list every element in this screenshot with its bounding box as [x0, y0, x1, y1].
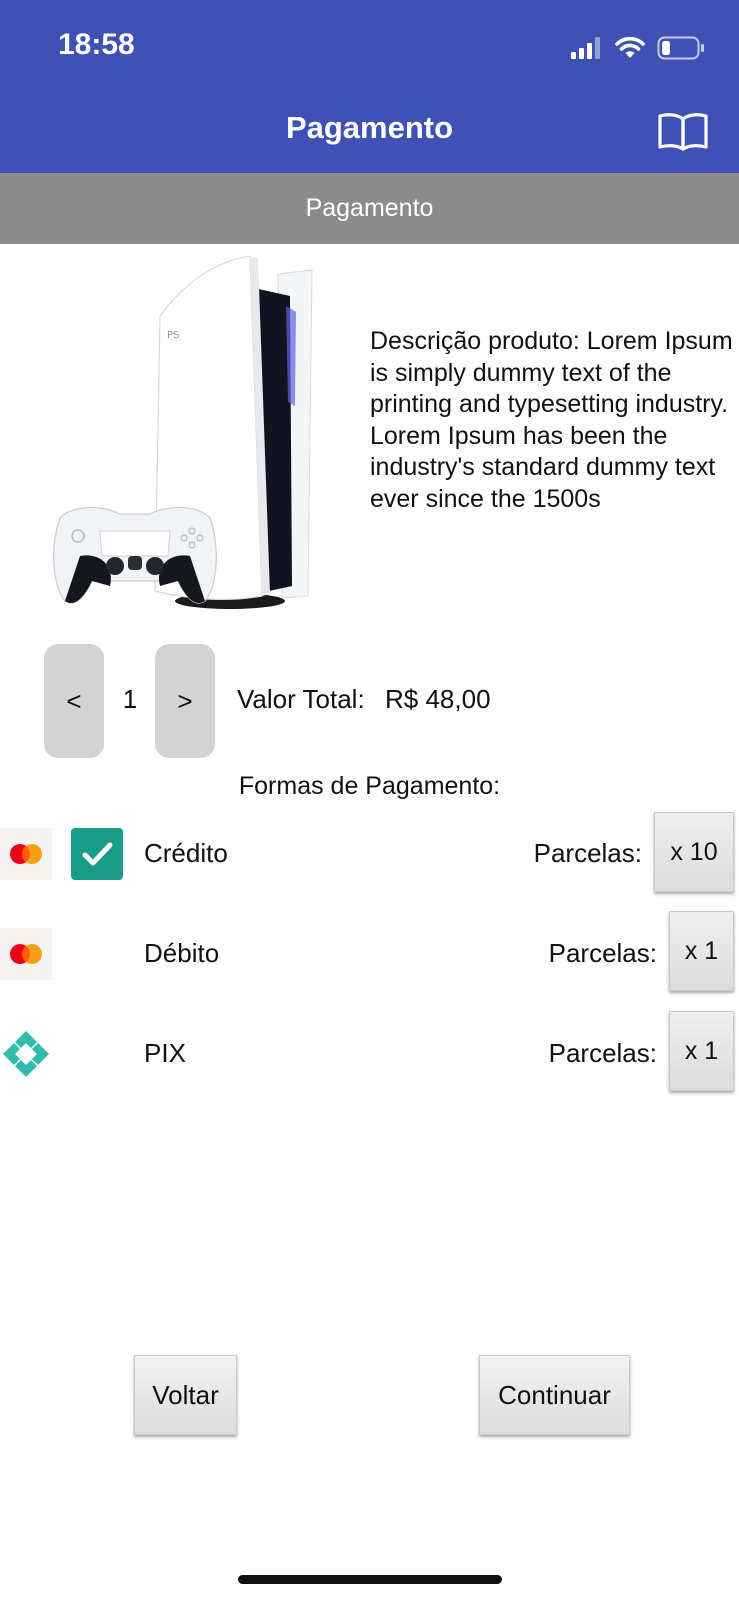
parcelas-button[interactable]: x 1: [669, 911, 734, 991]
payment-name: Crédito: [144, 838, 228, 868]
parcelas-value: x 1: [684, 1036, 719, 1065]
wifi-icon: [615, 37, 645, 58]
app-header: 18:58 Pagamento: [0, 0, 739, 173]
battery-icon: [657, 36, 704, 60]
signal-icon: [571, 37, 600, 59]
sub-header: Pagamento: [0, 173, 739, 244]
sub-header-title: Pagamento: [305, 194, 434, 222]
increase-quantity-button[interactable]: >: [155, 644, 215, 758]
parcelas-button[interactable]: x 1: [669, 1011, 734, 1091]
app-title: Pagamento: [285, 110, 454, 145]
checkmark-icon: [82, 842, 113, 866]
back-button-label: Voltar: [152, 1379, 219, 1410]
pix-icon: [0, 1028, 52, 1080]
payment-row-credito[interactable]: Crédito Parcelas: x 10: [0, 812, 739, 894]
status-icons: [571, 34, 705, 62]
mastercard-icon: [0, 928, 52, 980]
parcelas-label: Parcelas:: [548, 938, 657, 968]
product-description: Descrição produto: Lorem Ipsum is simply…: [370, 327, 733, 513]
total-label: Valor Total:: [237, 684, 365, 714]
parcelas-label: Parcelas:: [548, 1038, 657, 1068]
total-value: R$ 48,00: [385, 684, 491, 714]
home-indicator[interactable]: [238, 1575, 502, 1584]
parcelas-label: Parcelas:: [533, 838, 642, 868]
increase-quantity-label: >: [177, 685, 193, 716]
parcelas-value: x 10: [670, 837, 718, 866]
decrease-quantity-button[interactable]: <: [44, 644, 104, 758]
product-image: PS: [53, 256, 313, 609]
continue-button-label: Continuar: [498, 1379, 611, 1410]
payment-methods-title: Formas de Pagamento:: [238, 772, 501, 800]
payment-row-debito[interactable]: Débito Parcelas: x 1: [0, 911, 739, 994]
credito-checkbox[interactable]: [71, 828, 123, 880]
parcelas-button[interactable]: x 10: [654, 812, 734, 892]
quantity-value: 1: [122, 684, 138, 714]
svg-text:PS: PS: [167, 330, 179, 341]
book-icon[interactable]: [657, 111, 709, 151]
continue-button[interactable]: Continuar: [479, 1355, 630, 1435]
mastercard-icon: [0, 828, 52, 880]
status-time: 18:58: [58, 28, 135, 61]
payment-name: PIX: [144, 1038, 186, 1068]
payment-row-pix[interactable]: PIX Parcelas: x 1: [0, 1011, 739, 1094]
decrease-quantity-label: <: [66, 685, 82, 716]
payment-name: Débito: [144, 938, 220, 968]
parcelas-value: x 1: [684, 936, 719, 965]
back-button[interactable]: Voltar: [134, 1355, 237, 1435]
